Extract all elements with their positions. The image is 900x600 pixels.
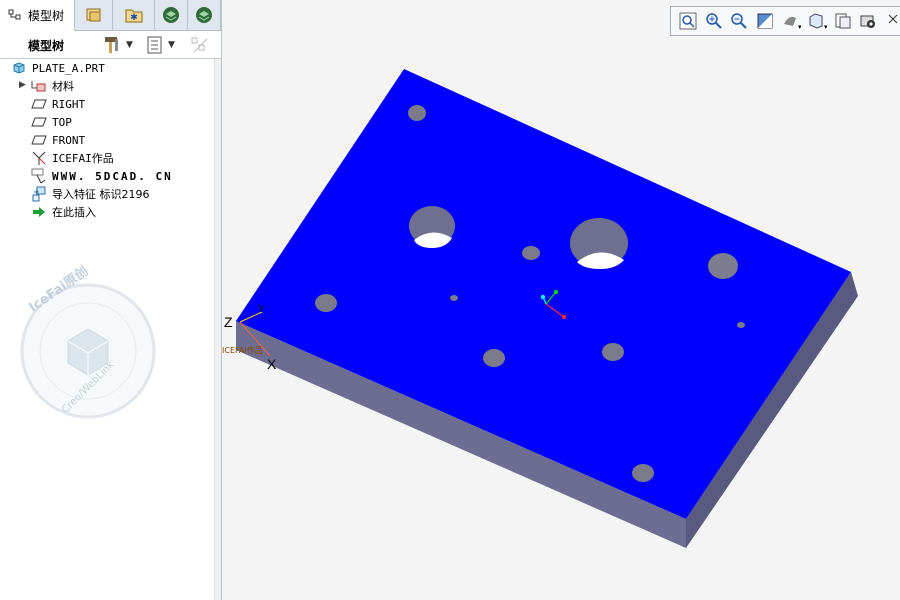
tree-item-csys-5dcad[interactable]: WWW. 5DCAD. CN	[31, 167, 173, 185]
list-icon	[147, 36, 162, 54]
tree-item-label: 在此插入	[52, 206, 96, 219]
chevron-down-icon: ▼	[126, 40, 133, 50]
navigator-tabs: 模型树 ✱	[0, 0, 221, 31]
hole	[522, 246, 540, 260]
import-feature-icon	[31, 186, 47, 202]
tab-folder-browser[interactable]	[75, 0, 113, 30]
tree-item-top[interactable]: TOP	[31, 113, 72, 131]
tree-item-label: 导入特征 标识2196	[52, 188, 150, 201]
tree-item-csys-icefai[interactable]: ICEFAI作品	[31, 149, 114, 167]
svg-text:✱: ✱	[130, 13, 138, 23]
hole	[408, 105, 426, 121]
part-icon	[11, 60, 27, 76]
coordinate-system-icon	[31, 168, 47, 184]
saved-views-icon: ▾	[809, 13, 827, 30]
datum-display-button[interactable]	[883, 10, 900, 32]
coordinate-system-icon	[31, 150, 47, 166]
tree-item-right[interactable]: RIGHT	[31, 95, 85, 113]
material-icon	[31, 78, 47, 94]
refit-button[interactable]	[677, 10, 699, 32]
tree-item-front[interactable]: FRONT	[31, 131, 85, 149]
tab-layers-2[interactable]	[188, 0, 221, 30]
hole	[483, 349, 505, 367]
filter-button[interactable]	[190, 35, 210, 55]
svg-text:▾: ▾	[798, 23, 801, 30]
tree-item-insert-here[interactable]: 在此插入	[31, 203, 96, 221]
tree-item-label: 材料	[52, 80, 74, 93]
csys-label: ICEFAI作品	[222, 346, 263, 355]
view-manager-icon	[835, 13, 851, 29]
chevron-down-icon: ▼	[168, 40, 175, 50]
hole	[708, 253, 738, 279]
plate-top-face	[236, 69, 851, 519]
model-tree-icon	[8, 9, 21, 19]
tab-model-tree[interactable]: 模型树	[0, 0, 75, 31]
show-options-button[interactable]: ▼	[146, 35, 175, 55]
hole	[632, 464, 654, 482]
axis-label-x: X	[267, 356, 277, 372]
tab-favorites[interactable]: ✱	[113, 0, 155, 30]
favorites-folder-icon: ✱	[125, 9, 142, 23]
tree-scrollbar[interactable]	[214, 59, 221, 600]
repaint-button[interactable]	[754, 10, 776, 32]
datum-plane-icon	[31, 96, 47, 112]
layers-icon	[196, 7, 212, 23]
tree-item-material[interactable]: 材料	[31, 77, 74, 95]
datum-display-icon	[888, 14, 898, 24]
insert-here-arrow-icon	[31, 204, 47, 220]
axis-label-z: Z	[224, 314, 233, 330]
tree-item-label: ICEFAI作品	[52, 152, 114, 165]
refit-icon	[679, 12, 697, 30]
saved-views-button[interactable]: ▾	[806, 10, 828, 32]
folder-browser-icon	[86, 8, 100, 22]
small-hole	[450, 295, 458, 301]
datum-plane-icon	[31, 114, 47, 130]
view-toolbar: ▾ ▾	[670, 6, 900, 36]
tree-item-label: FRONT	[52, 133, 86, 147]
axis-label-y: Y	[258, 304, 265, 315]
model-tree-toolbar: 模型树 ▼ ▼	[0, 31, 221, 59]
appearance-icon	[860, 15, 876, 28]
display-style-icon: ▾	[784, 16, 801, 30]
model-tree-panel: 模型树 ✱ 模型树 ▼ ▼ PLATE_A.PRT ▶ 材料 RIGHT TOP…	[0, 0, 222, 600]
tree-item-label: RIGHT	[52, 97, 86, 111]
small-hole	[737, 322, 745, 328]
tree-item-import-feature[interactable]: 导入特征 标识2196	[31, 185, 150, 203]
repaint-icon	[757, 13, 773, 29]
layers-icon	[163, 7, 179, 23]
zoom-out-icon	[731, 13, 748, 29]
model-viewport[interactable]	[222, 0, 900, 600]
tree-item-label: PLATE_A.PRT	[32, 61, 105, 75]
expand-arrow-icon[interactable]: ▶	[19, 80, 26, 90]
tree-item-label: TOP	[52, 115, 72, 129]
hole	[602, 343, 624, 361]
zoom-in-button[interactable]	[703, 10, 725, 32]
datum-plane-icon	[31, 132, 47, 148]
tree-item-label: WWW. 5DCAD. CN	[52, 169, 173, 183]
hammer-icon	[105, 37, 118, 53]
zoom-in-icon	[705, 13, 722, 29]
hidden-items-icon	[191, 37, 208, 53]
appearance-button[interactable]	[857, 10, 879, 32]
graphics-window[interactable]: Z Y X ICEFAI作品 ▾ ▾	[222, 0, 900, 600]
display-style-button[interactable]: ▾	[780, 10, 802, 32]
view-manager-button[interactable]	[832, 10, 854, 32]
zoom-out-button[interactable]	[729, 10, 751, 32]
hole	[315, 294, 337, 312]
settings-tools-button[interactable]: ▼	[102, 35, 133, 55]
tree-item-part[interactable]: PLATE_A.PRT	[11, 59, 105, 77]
tab-model-tree-label: 模型树	[28, 9, 65, 23]
svg-text:▾: ▾	[824, 23, 827, 30]
model-tree-title: 模型树	[28, 39, 65, 53]
tab-layers[interactable]	[155, 0, 188, 30]
